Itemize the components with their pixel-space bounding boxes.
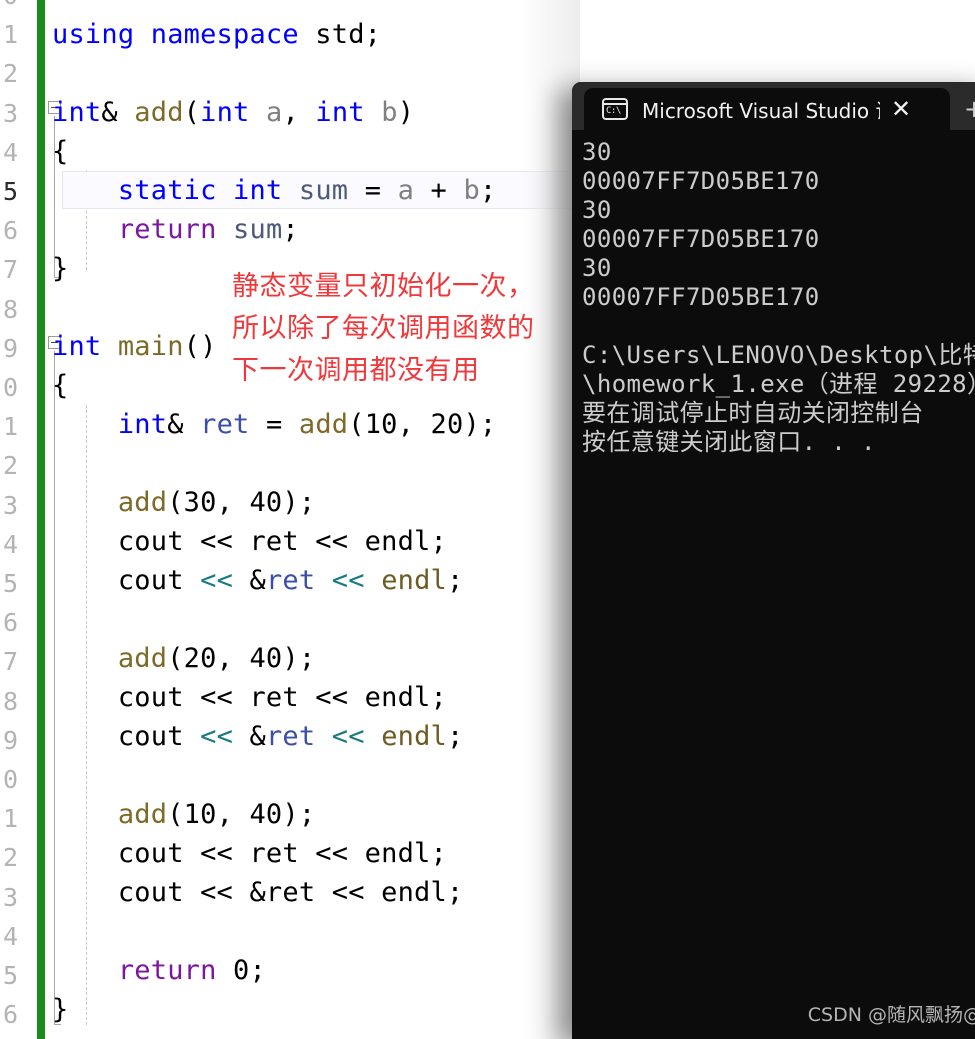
console-line: 30 — [582, 254, 612, 282]
annotation-line-3: 下一次调用都没有用 — [232, 355, 480, 386]
console-title-bar[interactable]: C:\ Microsoft Visual Studio 调试控 ✕ + — [572, 82, 975, 130]
console-output-area[interactable]: 30 00007FF7D05BE170 30 00007FF7D05BE170 … — [572, 130, 975, 1039]
code-line[interactable]: cout << &ret << endl; — [52, 561, 463, 600]
code-line[interactable]: } — [52, 249, 68, 288]
code-line[interactable]: int& add(int a, int b) — [52, 93, 414, 132]
screenshot-root: 012345678901234567890123456 using namesp… — [0, 0, 975, 1039]
page-edge-shadow — [520, 0, 580, 1039]
code-line[interactable]: int& ret = add(10, 20); — [52, 405, 496, 444]
code-line[interactable]: cout << &ret << endl; — [52, 873, 463, 912]
console-line: 00007FF7D05BE170 — [582, 283, 820, 311]
console-icon-glyph: C:\ — [606, 106, 621, 116]
console-line: 00007FF7D05BE170 — [582, 167, 820, 195]
console-line: 按任意键关闭此窗口. . . — [582, 428, 876, 456]
code-line[interactable]: cout << ret << endl; — [52, 834, 447, 873]
code-line[interactable]: { — [52, 366, 68, 405]
console-tab[interactable]: C:\ Microsoft Visual Studio 调试控 ✕ — [584, 88, 950, 130]
annotation-line-1: 静态变量只初始化一次， — [232, 271, 535, 302]
red-annotation-note: 静态变量只初始化一次， 所以除了每次调用函数的 下一次调用都没有用 — [232, 266, 552, 392]
code-line[interactable]: return 0; — [52, 951, 266, 990]
console-line: \homework_1.exe（进程 29228） — [582, 370, 975, 398]
csdn-watermark: CSDN @随风飘扬@ — [807, 1004, 975, 1026]
console-line: 00007FF7D05BE170 — [582, 225, 820, 253]
code-line[interactable]: return sum; — [52, 210, 299, 249]
code-line[interactable]: add(10, 40); — [52, 795, 315, 834]
console-tab-title: Microsoft Visual Studio 调试控 — [642, 98, 880, 123]
code-line[interactable]: using namespace std; — [52, 15, 381, 54]
console-line: 30 — [582, 196, 612, 224]
code-line[interactable]: } — [52, 990, 68, 1029]
code-line[interactable]: add(20, 40); — [52, 639, 315, 678]
console-line: 30 — [582, 138, 612, 166]
code-line[interactable]: cout << &ret << endl; — [52, 717, 463, 756]
code-line[interactable]: cout << ret << endl; — [52, 522, 447, 561]
code-line[interactable]: static int sum = a + b; — [52, 171, 496, 210]
close-icon[interactable]: ✕ — [886, 94, 916, 124]
annotation-line-2: 所以除了每次调用函数的 — [232, 313, 535, 344]
code-line[interactable]: int main() — [52, 327, 217, 366]
console-window-icon: C:\ — [602, 98, 628, 120]
console-line: 要在调试停止时自动关闭控制台 — [582, 399, 924, 427]
console-line: C:\Users\LENOVO\Desktop\比特 — [582, 341, 975, 369]
debug-console-window[interactable]: C:\ Microsoft Visual Studio 调试控 ✕ + 30 0… — [572, 82, 975, 1039]
code-line[interactable]: add(30, 40); — [52, 483, 315, 522]
code-line[interactable]: cout << ret << endl; — [52, 678, 447, 717]
new-tab-icon[interactable]: + — [964, 96, 975, 122]
code-line[interactable]: { — [52, 132, 68, 171]
